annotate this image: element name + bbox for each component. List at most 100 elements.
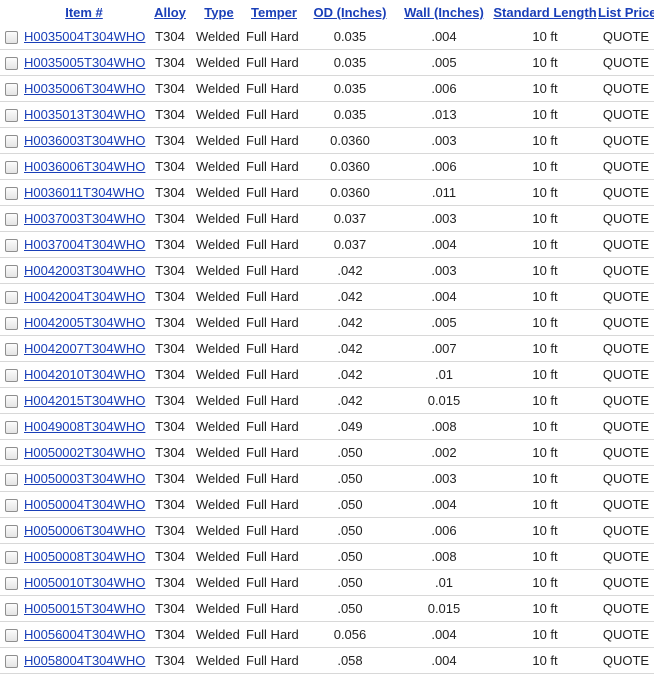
list-price-cell: QUOTE [598,439,654,466]
type-cell: Welded [194,231,244,258]
row-select-checkbox[interactable] [4,421,18,435]
column-header-type[interactable]: Type [194,0,244,24]
list-price-cell: QUOTE [598,621,654,648]
table-row: H0035013T304WHO T304 Welded Full Hard 0.035.… [0,101,654,128]
item-number-link[interactable]: H0050002T304WHO [24,445,145,460]
table-row: H0035005T304WHO T304 Welded Full Hard 0.035.… [0,49,654,76]
item-number-link[interactable]: H0050004T304WHO [24,497,145,512]
item-number-link[interactable]: H0050008T304WHO [24,549,145,564]
row-select-cell [0,595,22,622]
row-select-checkbox[interactable] [4,213,18,227]
row-select-checkbox[interactable] [4,31,18,45]
list-price-cell: QUOTE [598,309,654,336]
standard-length-cell: 10 ft [492,491,598,518]
list-price-cell: QUOTE [598,153,654,180]
temper-cell: Full Hard [244,335,304,362]
standard-length-cell: 10 ft [492,205,598,232]
table-row: H0042003T304WHO T304 Welded Full Hard .042.0… [0,257,654,284]
row-select-checkbox[interactable] [4,447,18,461]
column-header-item[interactable]: Item # [22,0,146,24]
table-row: H0035004T304WHO T304 Welded Full Hard 0.035.… [0,24,654,50]
item-number-link[interactable]: H0037003T304WHO [24,211,145,226]
item-number-link[interactable]: H0056004T304WHO [24,627,145,642]
table-row: H0049008T304WHO T304 Welded Full Hard .049.0… [0,413,654,440]
item-number-link[interactable]: H0037004T304WHO [24,237,145,252]
row-select-checkbox[interactable] [4,83,18,97]
item-number-link[interactable]: H0035006T304WHO [24,81,145,96]
row-select-checkbox[interactable] [4,317,18,331]
item-number-link[interactable]: H0036006T304WHO [24,159,145,174]
column-header-standard-length[interactable]: Standard Length [492,0,598,24]
table-row: H0042010T304WHO T304 Welded Full Hard .042.0… [0,361,654,388]
item-number-link[interactable]: H0042007T304WHO [24,341,145,356]
row-select-checkbox[interactable] [4,291,18,305]
item-number-link[interactable]: H0042005T304WHO [24,315,145,330]
item-number-link[interactable]: H0050010T304WHO [24,575,145,590]
row-select-checkbox[interactable] [4,265,18,279]
wall-cell: .002 [396,439,492,466]
item-number-cell: H0049008T304WHO [22,413,146,440]
item-number-link[interactable]: H0042003T304WHO [24,263,145,278]
row-select-checkbox[interactable] [4,629,18,643]
wall-cell: 0.015 [396,595,492,622]
item-number-link[interactable]: H0036011T304WHO [24,185,144,200]
row-select-checkbox[interactable] [4,239,18,253]
type-cell: Welded [194,75,244,102]
row-select-cell [0,439,22,466]
row-select-checkbox[interactable] [4,395,18,409]
table-row: H0050010T304WHO T304 Welded Full Hard .050.0… [0,569,654,596]
column-header-od[interactable]: OD (Inches) [304,0,396,24]
standard-length-cell: 10 ft [492,517,598,544]
row-select-checkbox[interactable] [4,473,18,487]
alloy-cell: T304 [146,491,194,518]
row-select-checkbox[interactable] [4,109,18,123]
table-row: H0042005T304WHO T304 Welded Full Hard .042.0… [0,309,654,336]
item-number-link[interactable]: H0035004T304WHO [24,29,145,44]
item-number-link[interactable]: H0042004T304WHO [24,289,145,304]
row-select-checkbox[interactable] [4,369,18,383]
alloy-cell: T304 [146,179,194,206]
row-select-checkbox[interactable] [4,135,18,149]
column-header-alloy[interactable]: Alloy [146,0,194,24]
standard-length-cell: 10 ft [492,569,598,596]
standard-length-cell: 10 ft [492,231,598,258]
standard-length-cell: 10 ft [492,335,598,362]
od-cell: .050 [304,517,396,544]
item-number-link[interactable]: H0042015T304WHO [24,393,145,408]
column-header-temper[interactable]: Temper [244,0,304,24]
item-number-link[interactable]: H0050003T304WHO [24,471,145,486]
item-number-link[interactable]: H0036003T304WHO [24,133,145,148]
item-number-link[interactable]: H0049008T304WHO [24,419,145,434]
row-select-checkbox[interactable] [4,655,18,669]
table-row: H0035006T304WHO T304 Welded Full Hard 0.035.… [0,75,654,102]
column-header-wall[interactable]: Wall (Inches) [396,0,492,24]
table-row: H0036011T304WHO T304 Welded Full Hard 0.0360… [0,179,654,206]
row-select-checkbox[interactable] [4,603,18,617]
row-select-checkbox[interactable] [4,499,18,513]
row-select-checkbox[interactable] [4,161,18,175]
row-select-checkbox[interactable] [4,525,18,539]
temper-cell: Full Hard [244,205,304,232]
item-number-link[interactable]: H0058004T304WHO [24,653,145,668]
item-number-link[interactable]: H0035013T304WHO [24,107,145,122]
standard-length-cell: 10 ft [492,309,598,336]
type-cell: Welded [194,309,244,336]
item-number-link[interactable]: H0050015T304WHO [24,601,145,616]
column-header-list-price[interactable]: List Price [598,0,654,24]
temper-cell: Full Hard [244,127,304,154]
item-number-cell: H0050015T304WHO [22,595,146,622]
item-number-cell: H0035005T304WHO [22,49,146,76]
item-number-link[interactable]: H0042010T304WHO [24,367,145,382]
standard-length-cell: 10 ft [492,465,598,492]
row-select-checkbox[interactable] [4,57,18,71]
row-select-checkbox[interactable] [4,577,18,591]
row-select-checkbox[interactable] [4,187,18,201]
temper-cell: Full Hard [244,387,304,414]
alloy-cell: T304 [146,231,194,258]
standard-length-cell: 10 ft [492,101,598,128]
row-select-checkbox[interactable] [4,551,18,565]
row-select-checkbox[interactable] [4,343,18,357]
item-number-link[interactable]: H0035005T304WHO [24,55,145,70]
type-cell: Welded [194,387,244,414]
item-number-link[interactable]: H0050006T304WHO [24,523,145,538]
